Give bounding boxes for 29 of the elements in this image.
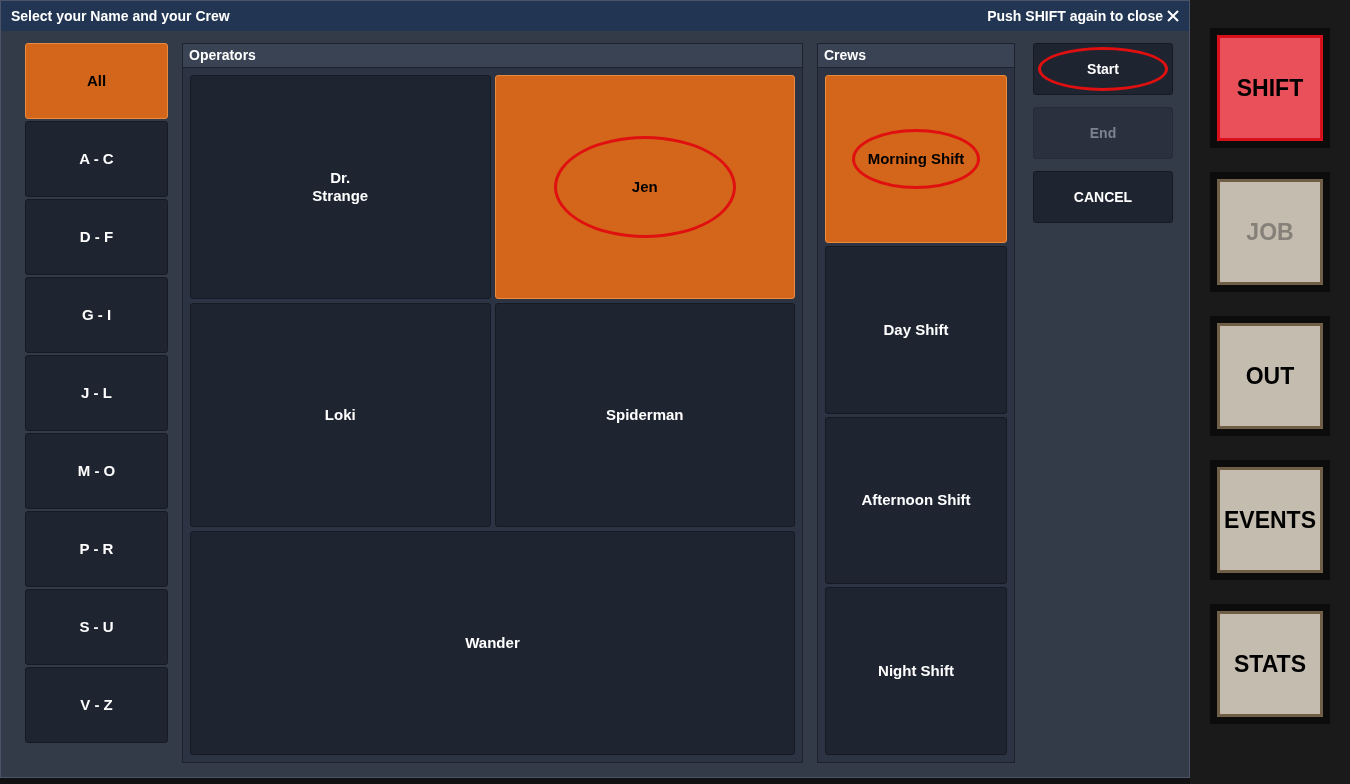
- filter-button[interactable]: All: [25, 43, 168, 119]
- filter-button[interactable]: S - U: [25, 589, 168, 665]
- filter-button[interactable]: P - R: [25, 511, 168, 587]
- operator-button[interactable]: Spiderman: [494, 303, 795, 527]
- operator-button[interactable]: Jen: [494, 75, 795, 299]
- filter-button[interactable]: A - C: [25, 121, 168, 197]
- filter-button[interactable]: V - Z: [25, 667, 168, 743]
- filter-button[interactable]: M - O: [25, 433, 168, 509]
- hardware-key[interactable]: SHIFT: [1217, 35, 1323, 141]
- panel-title: Crews: [818, 44, 1014, 68]
- filter-button[interactable]: G - I: [25, 277, 168, 353]
- hardware-key[interactable]: STATS: [1217, 611, 1323, 717]
- crew-button[interactable]: Night Shift: [825, 587, 1007, 755]
- filter-button[interactable]: D - F: [25, 199, 168, 275]
- operator-button[interactable]: Dr. Strange: [190, 75, 491, 299]
- action-button[interactable]: CANCEL: [1033, 171, 1173, 223]
- crew-button[interactable]: Morning Shift: [825, 75, 1007, 243]
- hardware-key[interactable]: EVENTS: [1217, 467, 1323, 573]
- dialog-title: Select your Name and your Crew: [11, 6, 230, 26]
- crew-button[interactable]: Day Shift: [825, 245, 1007, 414]
- crew-button[interactable]: Afternoon Shift: [825, 416, 1007, 585]
- hardware-key[interactable]: OUT: [1217, 323, 1323, 429]
- panel-title: Operators: [183, 44, 802, 68]
- action-button[interactable]: Start: [1033, 43, 1173, 95]
- filter-button[interactable]: J - L: [25, 355, 168, 431]
- close-hint: Push SHIFT again to close: [987, 6, 1163, 26]
- close-icon[interactable]: [1167, 10, 1179, 22]
- operator-button[interactable]: Loki: [190, 303, 491, 527]
- operator-button[interactable]: Wander: [190, 531, 795, 755]
